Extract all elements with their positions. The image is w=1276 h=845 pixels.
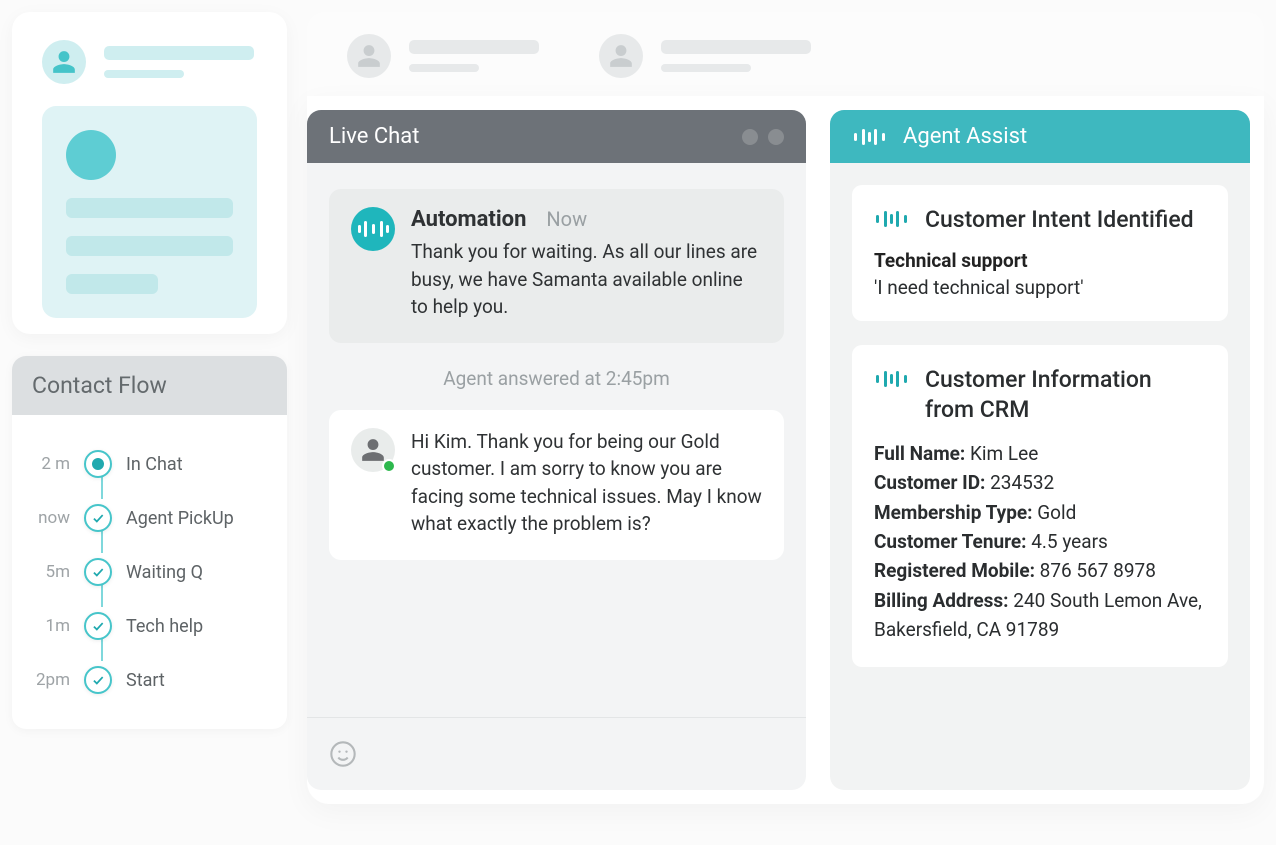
crm-field: Customer ID: 234532 <box>874 468 1206 497</box>
flow-step-time: now <box>30 508 70 528</box>
header-dot-icon[interactable] <box>742 129 758 145</box>
intent-card: Customer Intent Identified Technical sup… <box>852 185 1228 321</box>
chat-system-message: Agent answered at 2:45pm <box>329 361 784 392</box>
flow-step-time: 2pm <box>30 670 70 690</box>
timeline-check-icon <box>84 612 112 640</box>
header-dot-icon[interactable] <box>768 129 784 145</box>
contact-flow-title: Contact Flow <box>12 356 287 415</box>
flow-step-label: Waiting Q <box>126 562 203 583</box>
header-actions <box>742 129 784 145</box>
flow-step[interactable]: 2pm Start <box>30 653 269 707</box>
pulse-icon <box>874 371 909 387</box>
profile-card <box>42 106 257 318</box>
flow-step-time: 2 m <box>30 454 70 474</box>
online-status-icon <box>382 459 396 473</box>
crm-field: Membership Type: Gold <box>874 498 1206 527</box>
pulse-icon <box>852 129 887 145</box>
agent-assist-title: Agent Assist <box>903 124 1027 149</box>
timeline-dot-current-icon <box>84 450 112 478</box>
flow-step-label: Agent PickUp <box>126 508 234 529</box>
timeline-check-icon <box>84 666 112 694</box>
conversation-tab[interactable] <box>599 34 811 78</box>
crm-field: Registered Mobile: 876 567 8978 <box>874 556 1206 585</box>
left-column: Contact Flow 2 m In Chat now Agent PickU… <box>12 12 287 729</box>
chat-transcript[interactable]: Automation Now Thank you for waiting. As… <box>307 163 806 717</box>
bot-avatar-icon <box>351 207 395 251</box>
message-text: Thank you for waiting. As all our lines … <box>411 238 762 321</box>
agent-assist-header: Agent Assist <box>830 110 1250 163</box>
placeholder-line <box>66 274 158 294</box>
emoji-icon[interactable] <box>329 740 357 768</box>
crm-field: Customer Tenure: 4.5 years <box>874 527 1206 556</box>
dashboard: Contact Flow 2 m In Chat now Agent PickU… <box>12 12 1264 804</box>
chat-message-agent: Hi Kim. Thank you for being our Gold cus… <box>329 410 784 560</box>
conversation-tab[interactable] <box>347 34 539 78</box>
flow-step[interactable]: now Agent PickUp <box>30 491 269 545</box>
message-time: Now <box>546 207 587 231</box>
flow-step[interactable]: 5m Waiting Q <box>30 545 269 599</box>
placeholder-line <box>66 198 233 218</box>
agent-avatar-icon <box>351 428 395 472</box>
timeline-check-icon <box>84 558 112 586</box>
flow-step-time: 1m <box>30 616 70 636</box>
contact-flow-panel: Contact Flow 2 m In Chat now Agent PickU… <box>12 356 287 729</box>
placeholder-line <box>661 40 811 54</box>
active-customer-card[interactable] <box>12 12 287 334</box>
avatar-icon <box>42 40 86 84</box>
crm-card: Customer Information from CRM Full Name:… <box>852 345 1228 667</box>
flow-step[interactable]: 1m Tech help <box>30 599 269 653</box>
intent-quote: 'I need technical support' <box>874 276 1206 299</box>
intent-tag: Technical support <box>874 249 1206 272</box>
message-sender: Automation <box>411 207 526 232</box>
flow-step-label: Tech help <box>126 616 203 637</box>
main-area: Live Chat <box>307 12 1264 804</box>
placeholder-line <box>66 236 233 256</box>
agent-assist-panel: Agent Assist Customer Intent Identified … <box>830 110 1250 790</box>
live-chat-title: Live Chat <box>329 124 419 149</box>
intent-card-title: Customer Intent Identified <box>925 205 1194 235</box>
flow-step-label: In Chat <box>126 454 183 475</box>
crm-field: Full Name: Kim Lee <box>874 439 1206 468</box>
pulse-icon <box>874 211 909 227</box>
flow-step[interactable]: 2 m In Chat <box>30 437 269 491</box>
placeholder-line <box>104 70 184 78</box>
flow-step-label: Start <box>126 670 165 691</box>
flow-step-time: 5m <box>30 562 70 582</box>
placeholder-line <box>409 40 539 54</box>
crm-field: Billing Address: 240 South Lemon Ave, Ba… <box>874 586 1206 645</box>
placeholder-line <box>409 64 479 72</box>
live-chat-panel: Live Chat <box>307 110 806 790</box>
chat-message-bot: Automation Now Thank you for waiting. As… <box>329 189 784 343</box>
avatar-icon <box>347 34 391 78</box>
chat-input-area[interactable] <box>307 717 806 790</box>
message-text: Hi Kim. Thank you for being our Gold cus… <box>411 428 762 538</box>
timeline-check-icon <box>84 504 112 532</box>
profile-avatar <box>66 130 116 180</box>
avatar-icon <box>599 34 643 78</box>
live-chat-header: Live Chat <box>307 110 806 163</box>
placeholder-line <box>104 46 254 60</box>
crm-card-title: Customer Information from CRM <box>925 365 1206 425</box>
contact-flow-timeline: 2 m In Chat now Agent PickUp 5m Waiting … <box>12 415 287 707</box>
placeholder-line <box>661 64 751 72</box>
conversation-tabs <box>307 12 1264 96</box>
